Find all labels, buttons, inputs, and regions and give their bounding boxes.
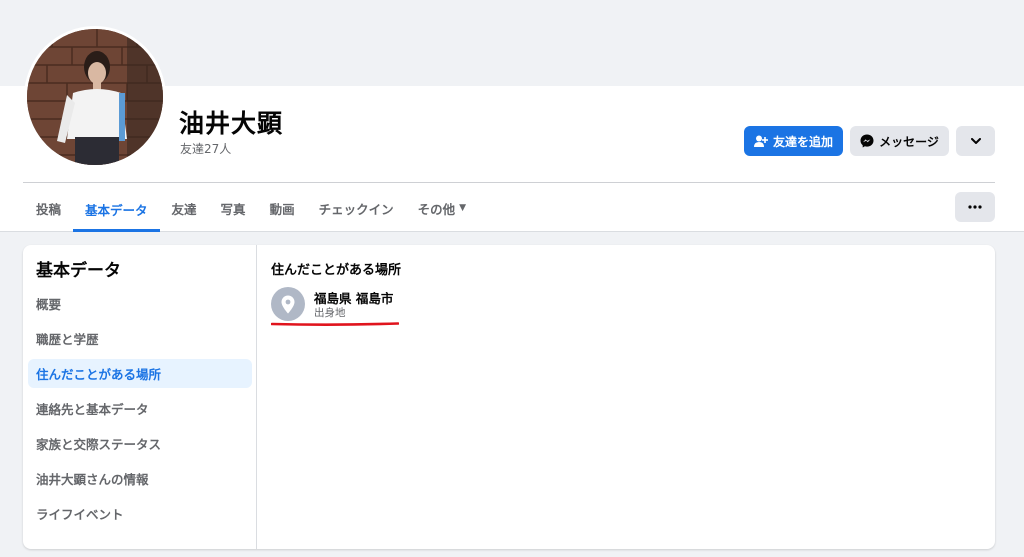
add-person-icon — [753, 135, 768, 147]
messenger-icon — [860, 134, 874, 148]
profile-options-button[interactable] — [956, 126, 995, 156]
profile-name: 油井大顕 — [179, 109, 284, 138]
about-item-contact-info[interactable]: 連絡先と基本データ — [28, 394, 252, 423]
places-section: 住んだことがある場所 福島県 福島市 出身地 — [258, 245, 995, 549]
avatar-photo — [27, 29, 163, 165]
add-friend-label: 友達を追加 — [772, 134, 833, 149]
about-item-family-relationships[interactable]: 家族と交際ステータス — [28, 429, 252, 458]
red-underline-annotation — [271, 322, 399, 326]
profile-avatar[interactable] — [24, 26, 166, 168]
about-item-work-education[interactable]: 職歴と学歴 — [28, 324, 252, 353]
friend-count[interactable]: 友達27人 — [180, 140, 231, 157]
about-item-life-events[interactable]: ライフイベント — [28, 499, 252, 528]
hometown-label: 出身地 — [314, 307, 346, 319]
caret-down-icon: ▼ — [459, 203, 467, 213]
tab-more-label: その他 — [417, 201, 456, 217]
header-divider — [23, 182, 995, 183]
tab-more[interactable]: その他 ▼ — [406, 186, 478, 230]
map-pin-icon — [271, 287, 305, 321]
tab-friends[interactable]: 友達 — [160, 186, 209, 230]
profile-tabs: 投稿 基本データ 友達 写真 動画 チェックイン その他 ▼ — [24, 186, 478, 232]
about-sidebar: 基本データ 概要 職歴と学歴 住んだことがある場所 連絡先と基本データ 家族と交… — [23, 245, 257, 549]
chevron-down-icon — [970, 138, 981, 144]
tab-photos[interactable]: 写真 — [209, 186, 258, 230]
more-options-button[interactable] — [955, 192, 995, 222]
add-friend-button[interactable]: 友達を追加 — [744, 126, 843, 156]
tab-posts[interactable]: 投稿 — [24, 186, 73, 230]
about-title: 基本データ — [36, 261, 121, 281]
tab-about[interactable]: 基本データ — [73, 186, 160, 232]
message-label: メッセージ — [879, 134, 939, 149]
about-card: 基本データ 概要 職歴と学歴 住んだことがある場所 連絡先と基本データ 家族と交… — [23, 245, 995, 549]
about-item-overview[interactable]: 概要 — [28, 289, 252, 318]
about-item-places-lived[interactable]: 住んだことがある場所 — [28, 359, 252, 388]
places-title: 住んだことがある場所 — [271, 263, 402, 278]
about-item-details[interactable]: 油井大顕さんの情報 — [28, 464, 252, 493]
tab-videos[interactable]: 動画 — [258, 186, 307, 230]
message-button[interactable]: メッセージ — [850, 126, 949, 156]
tab-checkins[interactable]: チェックイン — [307, 186, 406, 230]
more-dots-icon — [968, 205, 982, 209]
